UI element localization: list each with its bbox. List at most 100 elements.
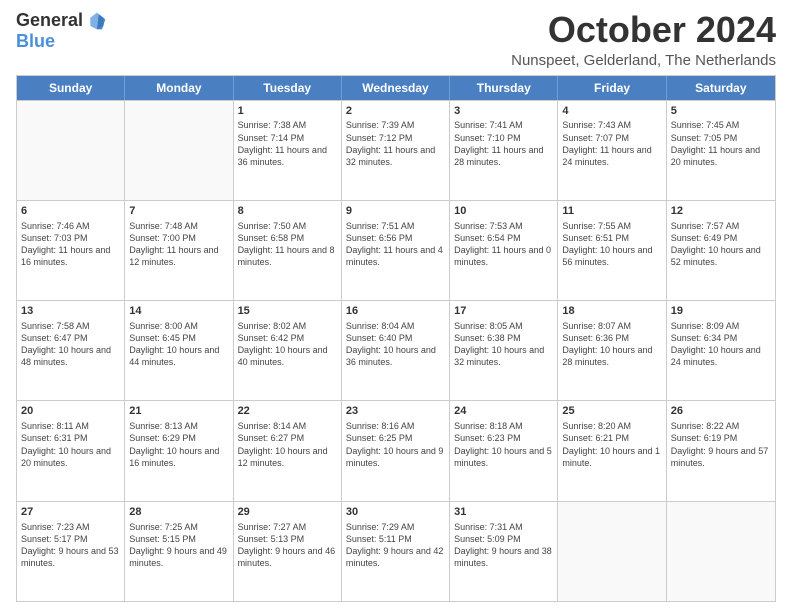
cell-info: Sunrise: 8:07 AM Sunset: 6:36 PM Dayligh… <box>562 320 661 369</box>
cell-info: Sunrise: 7:48 AM Sunset: 7:00 PM Dayligh… <box>129 220 228 269</box>
day-number: 29 <box>238 505 337 520</box>
header-day-wednesday: Wednesday <box>342 76 450 100</box>
calendar-cell: 12Sunrise: 7:57 AM Sunset: 6:49 PM Dayli… <box>667 201 775 300</box>
day-number: 9 <box>346 204 445 219</box>
calendar-cell: 6Sunrise: 7:46 AM Sunset: 7:03 PM Daylig… <box>17 201 125 300</box>
day-number: 2 <box>346 104 445 119</box>
cell-info: Sunrise: 7:25 AM Sunset: 5:15 PM Dayligh… <box>129 521 228 570</box>
day-number: 24 <box>454 404 553 419</box>
cell-info: Sunrise: 8:13 AM Sunset: 6:29 PM Dayligh… <box>129 420 228 469</box>
day-number: 6 <box>21 204 120 219</box>
calendar-cell: 31Sunrise: 7:31 AM Sunset: 5:09 PM Dayli… <box>450 502 558 601</box>
header-day-tuesday: Tuesday <box>234 76 342 100</box>
day-number: 27 <box>21 505 120 520</box>
calendar-cell: 15Sunrise: 8:02 AM Sunset: 6:42 PM Dayli… <box>234 301 342 400</box>
cell-info: Sunrise: 7:45 AM Sunset: 7:05 PM Dayligh… <box>671 119 771 168</box>
day-number: 14 <box>129 304 228 319</box>
cell-info: Sunrise: 8:16 AM Sunset: 6:25 PM Dayligh… <box>346 420 445 469</box>
day-number: 16 <box>346 304 445 319</box>
calendar-header: SundayMondayTuesdayWednesdayThursdayFrid… <box>17 76 775 100</box>
calendar-cell: 7Sunrise: 7:48 AM Sunset: 7:00 PM Daylig… <box>125 201 233 300</box>
calendar-cell: 1Sunrise: 7:38 AM Sunset: 7:14 PM Daylig… <box>234 101 342 200</box>
calendar-cell: 21Sunrise: 8:13 AM Sunset: 6:29 PM Dayli… <box>125 401 233 500</box>
cell-info: Sunrise: 8:02 AM Sunset: 6:42 PM Dayligh… <box>238 320 337 369</box>
cell-info: Sunrise: 7:23 AM Sunset: 5:17 PM Dayligh… <box>21 521 120 570</box>
calendar-cell: 2Sunrise: 7:39 AM Sunset: 7:12 PM Daylig… <box>342 101 450 200</box>
calendar: SundayMondayTuesdayWednesdayThursdayFrid… <box>16 75 776 602</box>
cell-info: Sunrise: 8:00 AM Sunset: 6:45 PM Dayligh… <box>129 320 228 369</box>
header-day-saturday: Saturday <box>667 76 775 100</box>
day-number: 15 <box>238 304 337 319</box>
day-number: 13 <box>21 304 120 319</box>
cell-info: Sunrise: 7:58 AM Sunset: 6:47 PM Dayligh… <box>21 320 120 369</box>
header-day-monday: Monday <box>125 76 233 100</box>
cell-info: Sunrise: 7:41 AM Sunset: 7:10 PM Dayligh… <box>454 119 553 168</box>
calendar-cell <box>558 502 666 601</box>
day-number: 10 <box>454 204 553 219</box>
calendar-row-1: 6Sunrise: 7:46 AM Sunset: 7:03 PM Daylig… <box>17 200 775 300</box>
header-day-sunday: Sunday <box>17 76 125 100</box>
day-number: 1 <box>238 104 337 119</box>
day-number: 20 <box>21 404 120 419</box>
day-number: 31 <box>454 505 553 520</box>
cell-info: Sunrise: 8:11 AM Sunset: 6:31 PM Dayligh… <box>21 420 120 469</box>
cell-info: Sunrise: 8:09 AM Sunset: 6:34 PM Dayligh… <box>671 320 771 369</box>
calendar-cell: 19Sunrise: 8:09 AM Sunset: 6:34 PM Dayli… <box>667 301 775 400</box>
calendar-cell: 18Sunrise: 8:07 AM Sunset: 6:36 PM Dayli… <box>558 301 666 400</box>
cell-info: Sunrise: 7:50 AM Sunset: 6:58 PM Dayligh… <box>238 220 337 269</box>
calendar-cell <box>125 101 233 200</box>
logo-general-text: General <box>16 10 83 31</box>
day-number: 30 <box>346 505 445 520</box>
calendar-cell: 16Sunrise: 8:04 AM Sunset: 6:40 PM Dayli… <box>342 301 450 400</box>
cell-info: Sunrise: 7:57 AM Sunset: 6:49 PM Dayligh… <box>671 220 771 269</box>
calendar-cell: 17Sunrise: 8:05 AM Sunset: 6:38 PM Dayli… <box>450 301 558 400</box>
cell-info: Sunrise: 7:46 AM Sunset: 7:03 PM Dayligh… <box>21 220 120 269</box>
calendar-cell: 22Sunrise: 8:14 AM Sunset: 6:27 PM Dayli… <box>234 401 342 500</box>
calendar-row-3: 20Sunrise: 8:11 AM Sunset: 6:31 PM Dayli… <box>17 400 775 500</box>
day-number: 23 <box>346 404 445 419</box>
calendar-cell: 5Sunrise: 7:45 AM Sunset: 7:05 PM Daylig… <box>667 101 775 200</box>
cell-info: Sunrise: 8:14 AM Sunset: 6:27 PM Dayligh… <box>238 420 337 469</box>
cell-info: Sunrise: 7:31 AM Sunset: 5:09 PM Dayligh… <box>454 521 553 570</box>
calendar-cell: 24Sunrise: 8:18 AM Sunset: 6:23 PM Dayli… <box>450 401 558 500</box>
calendar-cell: 23Sunrise: 8:16 AM Sunset: 6:25 PM Dayli… <box>342 401 450 500</box>
calendar-cell: 3Sunrise: 7:41 AM Sunset: 7:10 PM Daylig… <box>450 101 558 200</box>
calendar-cell: 14Sunrise: 8:00 AM Sunset: 6:45 PM Dayli… <box>125 301 233 400</box>
calendar-cell <box>17 101 125 200</box>
calendar-cell: 4Sunrise: 7:43 AM Sunset: 7:07 PM Daylig… <box>558 101 666 200</box>
day-number: 12 <box>671 204 771 219</box>
calendar-row-0: 1Sunrise: 7:38 AM Sunset: 7:14 PM Daylig… <box>17 100 775 200</box>
day-number: 28 <box>129 505 228 520</box>
calendar-cell: 28Sunrise: 7:25 AM Sunset: 5:15 PM Dayli… <box>125 502 233 601</box>
cell-info: Sunrise: 7:38 AM Sunset: 7:14 PM Dayligh… <box>238 119 337 168</box>
calendar-cell: 25Sunrise: 8:20 AM Sunset: 6:21 PM Dayli… <box>558 401 666 500</box>
calendar-cell: 20Sunrise: 8:11 AM Sunset: 6:31 PM Dayli… <box>17 401 125 500</box>
title-block: October 2024 Nunspeet, Gelderland, The N… <box>511 10 776 69</box>
day-number: 18 <box>562 304 661 319</box>
month-title: October 2024 <box>511 10 776 50</box>
calendar-row-2: 13Sunrise: 7:58 AM Sunset: 6:47 PM Dayli… <box>17 300 775 400</box>
location: Nunspeet, Gelderland, The Netherlands <box>511 52 776 69</box>
cell-info: Sunrise: 8:20 AM Sunset: 6:21 PM Dayligh… <box>562 420 661 469</box>
calendar-cell: 27Sunrise: 7:23 AM Sunset: 5:17 PM Dayli… <box>17 502 125 601</box>
day-number: 25 <box>562 404 661 419</box>
cell-info: Sunrise: 7:53 AM Sunset: 6:54 PM Dayligh… <box>454 220 553 269</box>
cell-info: Sunrise: 8:22 AM Sunset: 6:19 PM Dayligh… <box>671 420 771 469</box>
cell-info: Sunrise: 8:05 AM Sunset: 6:38 PM Dayligh… <box>454 320 553 369</box>
calendar-cell: 8Sunrise: 7:50 AM Sunset: 6:58 PM Daylig… <box>234 201 342 300</box>
day-number: 7 <box>129 204 228 219</box>
cell-info: Sunrise: 7:51 AM Sunset: 6:56 PM Dayligh… <box>346 220 445 269</box>
logo-icon <box>87 11 107 31</box>
cell-info: Sunrise: 7:55 AM Sunset: 6:51 PM Dayligh… <box>562 220 661 269</box>
day-number: 26 <box>671 404 771 419</box>
day-number: 5 <box>671 104 771 119</box>
cell-info: Sunrise: 7:29 AM Sunset: 5:11 PM Dayligh… <box>346 521 445 570</box>
day-number: 8 <box>238 204 337 219</box>
day-number: 19 <box>671 304 771 319</box>
day-number: 22 <box>238 404 337 419</box>
calendar-cell: 26Sunrise: 8:22 AM Sunset: 6:19 PM Dayli… <box>667 401 775 500</box>
page: General Blue October 2024 Nunspeet, Geld… <box>0 0 792 612</box>
header-day-friday: Friday <box>558 76 666 100</box>
calendar-cell: 13Sunrise: 7:58 AM Sunset: 6:47 PM Dayli… <box>17 301 125 400</box>
cell-info: Sunrise: 7:27 AM Sunset: 5:13 PM Dayligh… <box>238 521 337 570</box>
